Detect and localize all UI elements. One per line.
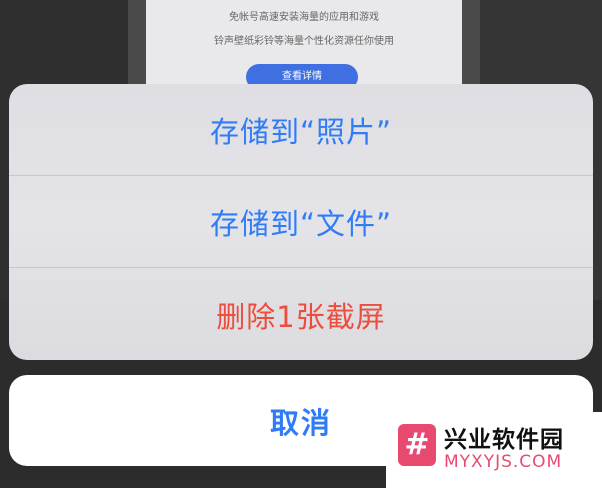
background-promo-line-1: 免帐号高速安装海量的应用和游戏	[229, 12, 379, 23]
save-to-files-button[interactable]: 存储到“文件”	[9, 176, 593, 268]
delete-screenshot-button[interactable]: 删除1张截屏	[9, 268, 593, 360]
save-to-photos-button[interactable]: 存储到“照片”	[9, 84, 593, 176]
action-sheet: 存储到“照片” 存储到“文件” 删除1张截屏	[9, 84, 593, 360]
watermark-url: MYXYJS.COM	[444, 452, 563, 472]
background-promo-line-2: 铃声壁纸彩铃等海量个性化资源任你使用	[214, 36, 394, 47]
watermark-title: 兴业软件园	[444, 427, 564, 453]
watermark-logo-icon: #	[398, 424, 436, 466]
